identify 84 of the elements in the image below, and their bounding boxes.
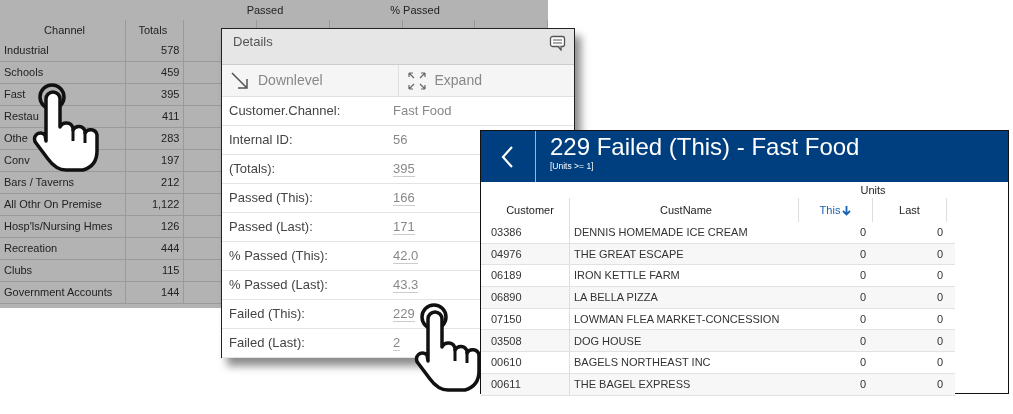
column-group-header: Passed (245, 2, 285, 18)
field-label: Passed (This): (229, 189, 314, 208)
table-cell: 144 (126, 282, 185, 303)
field-link[interactable]: 229 (393, 306, 415, 322)
field-link[interactable]: 171 (393, 219, 415, 235)
table-cell-text: 0 (935, 355, 944, 371)
field-link[interactable]: 42.0 (393, 248, 419, 264)
table-cell[interactable]: 00611 (481, 375, 569, 393)
table-cell: 578 (126, 40, 185, 61)
table-cell[interactable]: Government Accounts (0, 282, 127, 303)
field-link[interactable]: 395 (393, 161, 415, 177)
column-header[interactable]: This (799, 198, 873, 222)
table-cell: 115 (126, 260, 185, 281)
table-cell-text: 0 (858, 355, 867, 371)
table-cell[interactable]: 06189 (481, 267, 569, 284)
table-cell[interactable]: 06890 (481, 289, 569, 306)
table-cell: DENNIS HOMEMADE ICE CREAM (569, 222, 799, 243)
table-cell-text: 0 (935, 246, 944, 262)
panel-title: 229 Failed (This) - Fast Food (550, 134, 860, 160)
table-cell: 197 (126, 150, 185, 171)
table-cell[interactable]: Clubs (0, 260, 127, 281)
column-group-header: % Passed (389, 2, 441, 18)
field-label: Internal ID: (229, 131, 294, 150)
table-cell[interactable]: Schools (0, 62, 127, 83)
table-cell: THE BAGEL EXPRESS (569, 373, 799, 395)
column-header[interactable]: Last (873, 198, 947, 222)
field-label: Failed (This): (229, 305, 306, 324)
table-cell[interactable]: 03386 (481, 224, 569, 241)
table-cell[interactable]: All Othr On Premise (0, 194, 127, 215)
panel-title: Details (233, 33, 273, 51)
table-cell[interactable]: Industrial (0, 40, 127, 61)
table-cell: LA BELLA PIZZA (569, 287, 799, 308)
field-link[interactable]: 43.3 (393, 277, 419, 293)
table-cell[interactable]: Recreation (0, 238, 127, 259)
column-header[interactable]: Customer (481, 198, 569, 222)
table-cell[interactable]: Hosp'ls/Nursing Hmes (0, 216, 127, 237)
field-label: (Totals): (229, 160, 277, 179)
table-cell[interactable]: 03508 (481, 332, 569, 350)
table-cell-text: 0 (935, 333, 944, 349)
table-cell-text: 0 (935, 376, 944, 392)
field-value: Fast Food (393, 102, 452, 121)
table-cell-text: 0 (935, 268, 944, 284)
back-icon (500, 144, 516, 169)
table-cell: 212 (126, 172, 185, 193)
table-cell-text: 0 (858, 376, 867, 392)
field-label: % Passed (This): (229, 247, 329, 266)
table-cell: 1,122 (126, 194, 185, 215)
table-cell[interactable]: 04976 (481, 245, 569, 263)
table-cell[interactable]: 07150 (481, 310, 569, 328)
table-cell-text: 0 (935, 290, 944, 306)
field-link[interactable]: 166 (393, 190, 415, 206)
column-header[interactable]: Channel (0, 20, 127, 40)
table-cell[interactable]: 00610 (481, 354, 569, 371)
field-label: Passed (Last): (229, 218, 314, 237)
table-cell-text: 0 (858, 311, 867, 327)
diagonal-arrow-icon (230, 70, 250, 91)
table-cell: DOG HOUSE (569, 330, 799, 352)
table-cell-text: 0 (858, 333, 867, 349)
column-header[interactable]: Totals (126, 20, 185, 40)
filter-subtitle: [Units >= 1] (550, 161, 595, 171)
field-value: 56 (393, 131, 408, 150)
table-cell: 444 (126, 238, 185, 259)
table-cell: LOWMAN FLEA MARKET-CONCESSION (569, 308, 799, 330)
table-cell-text: 0 (858, 225, 867, 241)
field-label: % Passed (Last): (229, 276, 329, 295)
table-cell: 411 (126, 106, 185, 127)
table-cell: 395 (126, 84, 185, 105)
table-cell: 283 (126, 128, 185, 149)
table-cell: 126 (126, 216, 185, 237)
table-cell: THE GREAT ESCAPE (569, 243, 799, 265)
table-cell-text: 0 (935, 311, 944, 327)
table-cell-text: 0 (858, 290, 867, 306)
table-cell: 459 (126, 62, 185, 83)
table-cell-text: 0 (858, 246, 867, 262)
column-group-header: Units (859, 182, 887, 198)
expand-icon (406, 70, 427, 91)
table-cell-text: 0 (935, 225, 944, 241)
column-header[interactable]: CustName (569, 198, 799, 222)
table-cell: IRON KETTLE FARM (569, 265, 799, 287)
field-label: Customer.Channel: (229, 102, 342, 121)
table-cell-text: 0 (858, 268, 867, 284)
field-link[interactable]: 2 (393, 335, 401, 351)
field-label: Failed (Last): (229, 334, 306, 353)
table-cell: BAGELS NORTHEAST INC (569, 352, 799, 373)
